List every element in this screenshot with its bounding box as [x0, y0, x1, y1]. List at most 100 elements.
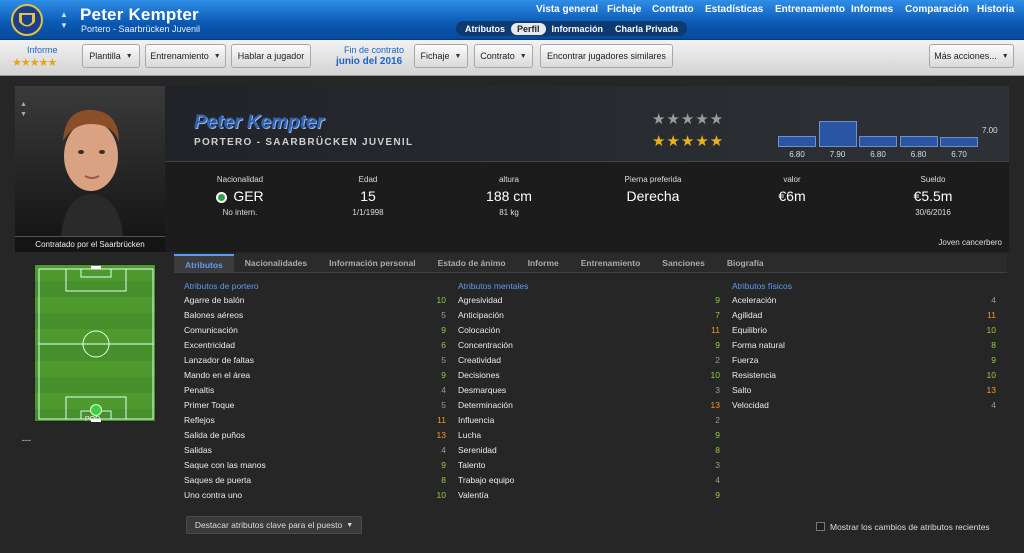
attribute-value: 11 — [987, 309, 996, 320]
attribute-name: Balones aéreos — [184, 309, 244, 320]
attribute-row: Anticipación 7 — [458, 307, 720, 322]
nav-informes[interactable]: Informes — [851, 4, 893, 15]
attribute-value: 9 — [441, 324, 446, 335]
hablar-jugador-button[interactable]: Hablar a jugador — [231, 44, 311, 68]
attribute-row: Determinación 13 — [458, 397, 720, 412]
tab-nacionalidades[interactable]: Nacionalidades — [234, 254, 318, 272]
nav-contrato[interactable]: Contrato — [652, 4, 694, 15]
contrato-button[interactable]: Contrato ▼ — [474, 44, 533, 68]
chevron-down-icon: ▼ — [1001, 52, 1009, 60]
attribute-name: Velocidad — [732, 399, 769, 410]
player-name-header: Peter Kempter — [80, 5, 199, 24]
chevron-down-icon: ▼ — [213, 52, 221, 60]
rating-bar — [778, 136, 816, 147]
show-changes-checkbox[interactable] — [816, 522, 825, 531]
find-similar-players-button[interactable]: Encontrar jugadores similares — [540, 44, 673, 68]
fichaje-button[interactable]: Fichaje ▼ — [414, 44, 468, 68]
report-label[interactable]: Informe — [27, 45, 58, 55]
attribute-value: 4 — [715, 474, 720, 485]
info-value: 188 cm — [486, 188, 532, 204]
attribute-name: Lucha — [458, 429, 482, 440]
attribute-name: Fuerza — [732, 354, 759, 365]
more-actions-button[interactable]: Más acciones... ▼ — [929, 44, 1014, 68]
attribute-name: Penaltis — [184, 384, 215, 395]
attribute-name: Decisiones — [458, 369, 500, 380]
attribute-name: Salida de puños — [184, 429, 245, 440]
tab-informacion-personal[interactable]: Información personal — [318, 254, 426, 272]
hablar-label: Hablar a jugador — [237, 51, 305, 61]
tab-entrenamiento[interactable]: Entrenamiento — [570, 254, 652, 272]
position-label: POR — [85, 416, 101, 423]
highlight-label: Destacar atributos clave para el puesto — [194, 520, 343, 530]
subtab-informacion[interactable]: Información — [546, 23, 610, 35]
plantilla-button[interactable]: Plantilla ▼ — [82, 44, 140, 68]
attribute-value: 11 — [437, 414, 446, 425]
contract-end-value: junio del 2016 — [336, 56, 403, 67]
nav-fichaje[interactable]: Fichaje — [607, 4, 641, 15]
attribute-row: Decisiones 10 — [458, 367, 720, 382]
attribute-value: 10 — [710, 369, 720, 380]
attribute-row: Aceleración 4 — [732, 292, 996, 307]
attribute-row: Salidas 4 — [184, 442, 446, 457]
highlight-key-attributes-button[interactable]: Destacar atributos clave para el puesto ▼ — [186, 516, 362, 534]
attribute-name: Influencia — [458, 414, 495, 425]
contrato-label: Contrato — [480, 51, 515, 61]
nav-estadisticas[interactable]: Estadísticas — [705, 4, 763, 15]
nationality-value: GER — [233, 188, 264, 204]
attribute-value: 5 — [441, 309, 446, 320]
entrenamiento-button[interactable]: Entrenamiento ▼ — [145, 44, 226, 68]
position-pitch: POR — [34, 264, 156, 423]
attribute-value: 3 — [715, 384, 720, 395]
tab-atributos[interactable]: Atributos — [174, 254, 234, 272]
attribute-value: 13 — [986, 384, 996, 395]
attribute-row: Mando en el área 9 — [184, 367, 446, 382]
attribute-value: 11 — [711, 324, 720, 335]
attribute-name: Talento — [458, 459, 486, 470]
attribute-name: Excentricidad — [184, 339, 236, 350]
tab-informe[interactable]: Informe — [517, 254, 570, 272]
report-stars: ★★★★★ — [12, 57, 57, 69]
ratings-reference: 7.00 — [982, 126, 998, 135]
attribute-name: Uno contra uno — [184, 489, 243, 500]
player-face-icon — [61, 109, 123, 236]
nav-historia[interactable]: Historia — [977, 4, 1014, 15]
attribute-value: 10 — [436, 489, 446, 500]
attribute-row: Saque con las manos 9 — [184, 457, 446, 472]
attribute-row: Velocidad 4 — [732, 397, 996, 412]
tab-estado-de-animo[interactable]: Estado de ánimo — [427, 254, 517, 272]
attribute-row: Balones aéreos 5 — [184, 307, 446, 322]
tab-biografia[interactable]: Biografía — [716, 254, 775, 272]
subtab-charla-privada[interactable]: Charla Privada — [609, 23, 684, 35]
player-nav-arrows-icon[interactable]: ▲ ▼ — [58, 9, 70, 31]
attribute-name: Saque con las manos — [184, 459, 266, 470]
attribute-value: 9 — [715, 294, 720, 305]
player-name: Peter Kempter — [194, 112, 324, 133]
attribute-row: Excentricidad 6 — [184, 337, 446, 352]
attribute-name: Valentía — [458, 489, 489, 500]
attribute-name: Forma natural — [732, 339, 785, 350]
nav-entrenamiento[interactable]: Entrenamiento — [775, 4, 845, 15]
attribute-value: 5 — [441, 354, 446, 365]
sort-arrows-icon[interactable]: ▲ ▼ — [20, 100, 27, 120]
attribute-row: Penaltis 4 — [184, 382, 446, 397]
attribute-value: 13 — [710, 399, 720, 410]
nav-comparacion[interactable]: Comparación — [905, 4, 969, 15]
subtab-atributos[interactable]: Atributos — [459, 23, 511, 35]
chevron-down-icon: ▼ — [454, 52, 462, 60]
info-sub: 30/6/2016 — [915, 208, 951, 217]
attribute-value: 6 — [441, 339, 446, 350]
attribute-value: 5 — [441, 399, 446, 410]
nav-vista-general[interactable]: Vista general — [536, 4, 598, 15]
attribute-row: Trabajo equipo 4 — [458, 472, 720, 487]
attribute-row: Fuerza 9 — [732, 352, 996, 367]
attribute-row: Reflejos 11 — [184, 412, 446, 427]
player-role-description: Joven cancerbero — [938, 238, 1002, 247]
show-changes-label[interactable]: Mostrar los cambios de atributos recient… — [830, 522, 990, 532]
attribute-value: 8 — [991, 339, 996, 350]
tab-sanciones[interactable]: Sanciones — [651, 254, 716, 272]
current-ability-stars: ★★★★★ — [652, 111, 725, 128]
attribute-row: Influencia 2 — [458, 412, 720, 427]
subtab-perfil[interactable]: Perfil — [511, 22, 546, 35]
attribute-value: 10 — [986, 324, 996, 335]
attribute-name: Creatividad — [458, 354, 501, 365]
